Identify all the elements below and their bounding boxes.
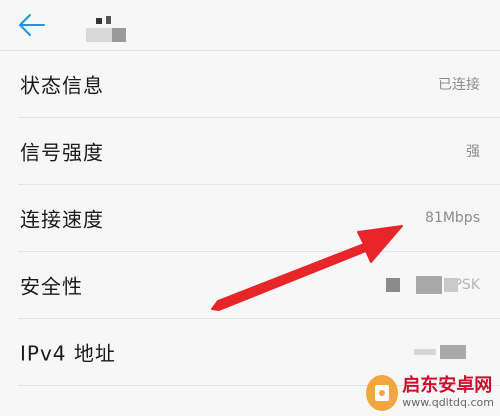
row-security: 安全性 PSK (18, 252, 500, 319)
watermark-logo-icon (366, 375, 399, 411)
status-label: 状态信息 (20, 73, 104, 98)
row-signal-strength: 信号强度 强 (18, 118, 500, 185)
row-link-speed: 连接速度 81Mbps (18, 185, 500, 252)
wifi-details-list: 状态信息 已连接 信号强度 强 连接速度 81Mbps 安全性 PSK IPv4… (0, 51, 500, 386)
ipv4-address-label: IPv4 地址 (20, 341, 116, 366)
watermark-url: www.qdltdq.com (402, 396, 494, 409)
watermark-title: 启东安卓网 (402, 375, 493, 396)
row-status: 状态信息 已连接 (18, 51, 500, 118)
link-speed-value: 81Mbps (425, 210, 480, 226)
ipv4-redaction (414, 345, 474, 359)
signal-strength-label: 信号强度 (20, 140, 104, 165)
back-arrow-icon (19, 14, 45, 36)
site-watermark: 启东安卓网 www.qdltdq.com (366, 372, 494, 414)
signal-strength-value: 强 (466, 144, 480, 160)
back-button[interactable] (12, 8, 52, 42)
security-redaction (386, 276, 472, 294)
security-label: 安全性 (20, 274, 83, 299)
network-name-redacted (86, 14, 134, 42)
top-bar (0, 0, 500, 51)
link-speed-label: 连接速度 (20, 207, 104, 232)
status-value: 已连接 (438, 77, 480, 93)
